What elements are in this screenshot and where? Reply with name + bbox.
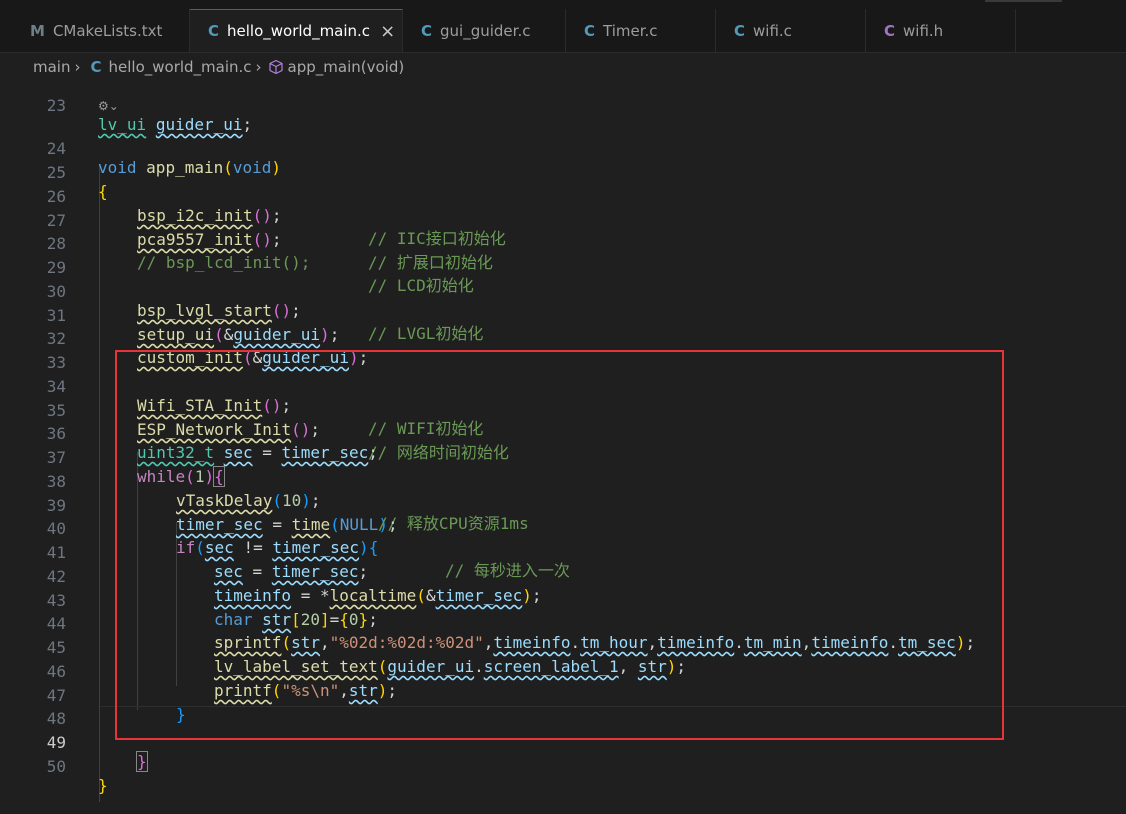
code-line-43: 43 char str[20]={0}; [0, 572, 1126, 629]
code-line-44: 44 sprintf(str,"%02d:%02d:%02d",timeinfo… [0, 595, 1126, 652]
code-line-28: 28 // bsp_lcd_init(); // LCD初始化 [0, 215, 1126, 295]
c-file-icon: C [734, 21, 746, 40]
cube-icon [268, 58, 284, 76]
code-line-35: 35 ESP_Network_Init(); // 网络时间初始化 [0, 382, 1126, 462]
code-line-49: 49 } [0, 714, 1126, 772]
code-line-47: 47 } [0, 667, 1126, 724]
code-line-33: 33 [0, 334, 1126, 372]
code-line-39: 39 timer_sec = time(NULL); [0, 477, 1126, 534]
chevron-right-icon: › [255, 58, 262, 76]
line-number: 23 [46, 96, 66, 115]
code-line-26: 26 bsp_i2c_init(); // IIC接口初始化 [0, 168, 1126, 248]
h-file-icon: C [884, 21, 896, 40]
code-line-23: 23 lv_ui guider_ui; [0, 77, 1126, 134]
tab-label: wifi.h [903, 21, 944, 40]
code-line-31: 31 setup_ui(&guider_ui); [0, 287, 1126, 344]
code-line-42: 42 timeinfo = *localtime(&timer_sec); [0, 548, 1126, 605]
code-line-45: 45 lv_label_set_text(guider_ui.screen_la… [0, 619, 1126, 676]
c-file-icon: C [90, 58, 102, 76]
close-icon[interactable]: × [380, 21, 395, 42]
tab-label: gui_guider.c [440, 21, 531, 40]
code-line-40: 40 if(sec != timer_sec){ // 每秒进入一次 [0, 500, 1126, 580]
code-line-30: 30 bsp_lvgl_start(); // LVGL初始化 [0, 263, 1126, 343]
code-line-41: 41 sec = timer_sec; [0, 524, 1126, 581]
editor-tab-bar: M CMakeLists.txt C hello_world_main.c × … [0, 0, 1126, 53]
tab-label: CMakeLists.txt [52, 21, 163, 40]
tab-timer[interactable]: C Timer.c [566, 9, 716, 52]
current-line-border [98, 706, 1126, 707]
chevron-right-icon: › [74, 58, 81, 76]
c-file-icon: C [208, 22, 220, 40]
code-line-50: 50 } [0, 738, 1126, 795]
cmake-file-icon: M [30, 21, 45, 40]
code-line-27: 27 pca9557_init(); // 扩展口初始化 [0, 192, 1126, 272]
c-file-icon: C [421, 21, 433, 40]
tab-cmakelists[interactable]: M CMakeLists.txt [12, 9, 190, 52]
tab-wifi-c[interactable]: C wifi.c [716, 9, 866, 52]
tab-label: hello_world_main.c [227, 22, 371, 40]
line-number: 50 [46, 757, 66, 776]
code-line-46: 46 printf("%s\n",str); [0, 643, 1126, 700]
code-text: } [98, 776, 108, 795]
code-line-24: 24 void app_main(void) [0, 120, 1126, 177]
breadcrumb-file[interactable]: hello_world_main.c [109, 58, 252, 76]
c-file-icon: C [584, 21, 596, 40]
code-line-34: 34 Wifi_STA_Init(); // WIFI初始化 [0, 358, 1126, 438]
code-line-48: 48 [0, 690, 1126, 728]
tab-label: Timer.c [603, 21, 658, 40]
tab-wifi-h[interactable]: C wifi.h [866, 9, 1016, 52]
breadcrumb-symbol[interactable]: app_main(void) [288, 58, 405, 76]
code-line-37: 37 while(1){ [0, 429, 1126, 487]
tab-gui-guider[interactable]: C gui_guider.c [403, 9, 566, 52]
code-editor[interactable]: ⚙︎⌄ 23 lv_ui guider_ui; 24 void app_main… [0, 76, 1126, 802]
tab-label: wifi.c [753, 21, 792, 40]
tab-hello-world-main[interactable]: C hello_world_main.c × [190, 9, 403, 52]
code-line-32: 32 custom_init(&guider_ui); [0, 310, 1126, 367]
code-line-36: 36 uint32_t sec = timer_sec; [0, 405, 1126, 462]
code-line-29: 29 [0, 239, 1126, 277]
code-line-25: 25 { [0, 144, 1126, 201]
code-line-38: 38 vTaskDelay(10); // 释放CPU资源1ms [0, 453, 1126, 533]
breadcrumb-folder[interactable]: main [33, 58, 70, 76]
codelens-icon[interactable]: ⚙︎⌄ [98, 99, 119, 113]
tab-bar-decoration [985, 0, 1062, 2]
